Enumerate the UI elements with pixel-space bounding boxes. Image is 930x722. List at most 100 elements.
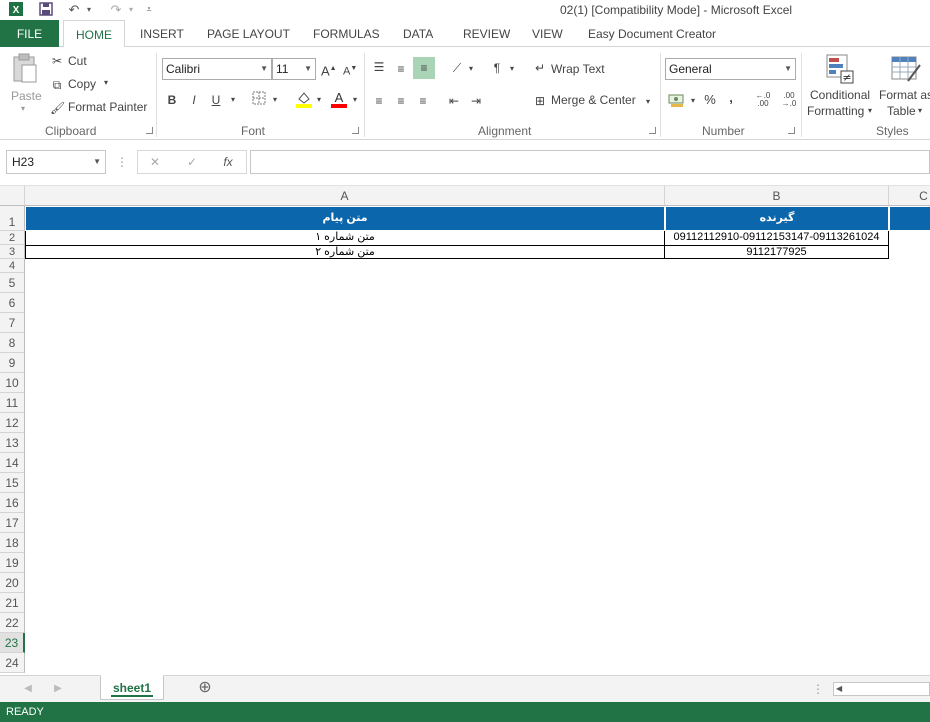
merge-center-button[interactable]: Merge & Center (551, 93, 636, 107)
align-center-icon[interactable]: ≡ (393, 93, 409, 109)
redo-dropdown-icon[interactable]: ▾ (126, 1, 136, 18)
orientation-dropdown-icon[interactable]: ▾ (467, 61, 475, 77)
row-header-8[interactable]: 8 (0, 333, 25, 353)
cell-a1[interactable]: متن پیام (25, 206, 665, 231)
decrease-decimal-icon[interactable]: .00 →.0 (778, 92, 800, 108)
format-as-table-label[interactable]: Format as (879, 88, 930, 102)
font-name-combo[interactable]: Calibri ▼ (162, 58, 272, 80)
bottom-align-icon[interactable]: ≡ (413, 57, 435, 79)
name-box[interactable]: H23 ▼ (6, 150, 106, 174)
row-header-3[interactable]: 3 (0, 245, 25, 259)
top-align-icon[interactable]: ☰ (371, 59, 387, 75)
middle-align-icon[interactable]: ≡ (393, 61, 409, 77)
paste-dropdown-icon[interactable]: ▾ (21, 104, 25, 113)
row-header-14[interactable]: 14 (0, 453, 25, 473)
splitter-icon[interactable]: ⋮ (812, 681, 824, 697)
font-color-icon[interactable]: A (330, 90, 348, 112)
row-header-21[interactable]: 21 (0, 593, 25, 613)
comma-style-button[interactable]: , (725, 90, 737, 106)
rtl-direction-icon[interactable]: ¶ (488, 60, 506, 76)
conditional-formatting-label[interactable]: Conditional (810, 88, 870, 102)
format-as-table-icon[interactable] (890, 53, 922, 85)
insert-function-button[interactable]: fx (220, 154, 236, 170)
cancel-icon[interactable]: ✕ (148, 154, 162, 170)
row-header-6[interactable]: 6 (0, 293, 25, 313)
more-options-icon[interactable]: ⋮ (116, 154, 128, 170)
format-as-table-label2[interactable]: Table (887, 104, 916, 118)
column-header-b[interactable]: B (665, 186, 889, 206)
tab-review[interactable]: REVIEW (463, 20, 510, 47)
tab-easy-document-creator[interactable]: Easy Document Creator (588, 20, 716, 47)
row-header-5[interactable]: 5 (0, 273, 25, 293)
format-painter-icon[interactable]: 🖌 (50, 100, 65, 116)
save-icon[interactable] (36, 1, 56, 18)
conditional-formatting-dropdown-icon[interactable]: ▾ (868, 106, 872, 115)
fill-color-icon[interactable] (294, 90, 314, 112)
column-header-a[interactable]: A (25, 186, 665, 206)
borders-icon[interactable] (250, 91, 268, 109)
new-sheet-icon[interactable]: ⊕ (196, 680, 214, 696)
horizontal-scrollbar[interactable]: ◀ (833, 682, 930, 696)
row-header-18[interactable]: 18 (0, 533, 25, 553)
row-header-19[interactable]: 19 (0, 553, 25, 573)
wrap-text-button[interactable]: Wrap Text (551, 62, 605, 76)
tab-page-layout[interactable]: PAGE LAYOUT (207, 20, 290, 47)
tab-file[interactable]: FILE (0, 20, 59, 47)
alignment-launcher-icon[interactable] (649, 127, 656, 134)
accounting-format-icon[interactable] (667, 92, 687, 112)
font-size-combo[interactable]: 11 ▼ (272, 58, 316, 80)
row-header-23[interactable]: 23 (0, 633, 25, 653)
decrease-font-icon[interactable]: A▼ (343, 61, 357, 80)
number-format-combo[interactable]: General ▼ (665, 58, 796, 80)
undo-icon[interactable]: ↶ (64, 1, 84, 18)
decrease-indent-icon[interactable]: ⇤ (445, 93, 463, 109)
align-left-icon[interactable]: ≡ (371, 93, 387, 109)
row-header-22[interactable]: 22 (0, 613, 25, 633)
cell-a2[interactable]: متن شماره ۱ (25, 231, 665, 246)
paste-button[interactable]: Paste (11, 89, 42, 103)
borders-dropdown-icon[interactable]: ▾ (271, 92, 279, 108)
increase-font-icon[interactable]: A▲ (321, 61, 337, 79)
row-header-9[interactable]: 9 (0, 353, 25, 373)
row-header-13[interactable]: 13 (0, 433, 25, 453)
row-header-11[interactable]: 11 (0, 393, 25, 413)
enter-icon[interactable]: ✓ (185, 154, 199, 170)
cell-c1[interactable] (889, 206, 930, 231)
copy-dropdown-icon[interactable]: ▾ (104, 78, 108, 87)
fill-color-dropdown-icon[interactable]: ▾ (315, 92, 323, 108)
accounting-dropdown-icon[interactable]: ▾ (689, 93, 697, 109)
row-header-1[interactable]: 1 (0, 206, 25, 231)
cell-b2[interactable]: 09112112910-09112153147-09113261024 (664, 231, 889, 246)
conditional-formatting-icon[interactable]: ≠ (825, 53, 857, 85)
cut-button[interactable]: Cut (68, 54, 87, 68)
row-header-15[interactable]: 15 (0, 473, 25, 493)
tab-insert[interactable]: INSERT (140, 20, 184, 47)
tab-home[interactable]: HOME (63, 20, 125, 48)
customize-qat-icon[interactable]: ⩡ (143, 1, 155, 18)
underline-button[interactable]: U (209, 92, 223, 108)
row-header-2[interactable]: 2 (0, 231, 25, 245)
row-header-17[interactable]: 17 (0, 513, 25, 533)
paste-icon[interactable] (10, 53, 40, 83)
cut-icon[interactable]: ✂ (50, 53, 64, 69)
select-all-corner[interactable] (0, 186, 25, 206)
increase-indent-icon[interactable]: ⇥ (467, 93, 485, 109)
copy-icon[interactable]: ⧉ (50, 77, 64, 93)
tab-formulas[interactable]: FORMULAS (313, 20, 380, 47)
align-right-icon[interactable]: ≡ (415, 93, 431, 109)
conditional-formatting-label2[interactable]: Formatting (807, 104, 864, 118)
scroll-left-icon[interactable]: ◀ (22, 681, 34, 697)
tab-data[interactable]: DATA (403, 20, 433, 47)
formula-input[interactable] (250, 150, 930, 174)
sheet-tab[interactable]: sheet1 (100, 675, 164, 700)
merge-dropdown-icon[interactable]: ▾ (644, 94, 652, 110)
scroll-right-icon[interactable]: ▶ (52, 681, 64, 697)
undo-dropdown-icon[interactable]: ▾ (84, 1, 94, 18)
row-header-24[interactable]: 24 (0, 653, 25, 673)
cell-b3[interactable]: 9112177925 (664, 245, 889, 259)
increase-decimal-icon[interactable]: ←.0.00 (752, 92, 774, 108)
format-painter-button[interactable]: Format Painter (68, 100, 147, 114)
row-header-10[interactable]: 10 (0, 373, 25, 393)
row-header-7[interactable]: 7 (0, 313, 25, 333)
redo-icon[interactable]: ↷ (106, 1, 126, 18)
